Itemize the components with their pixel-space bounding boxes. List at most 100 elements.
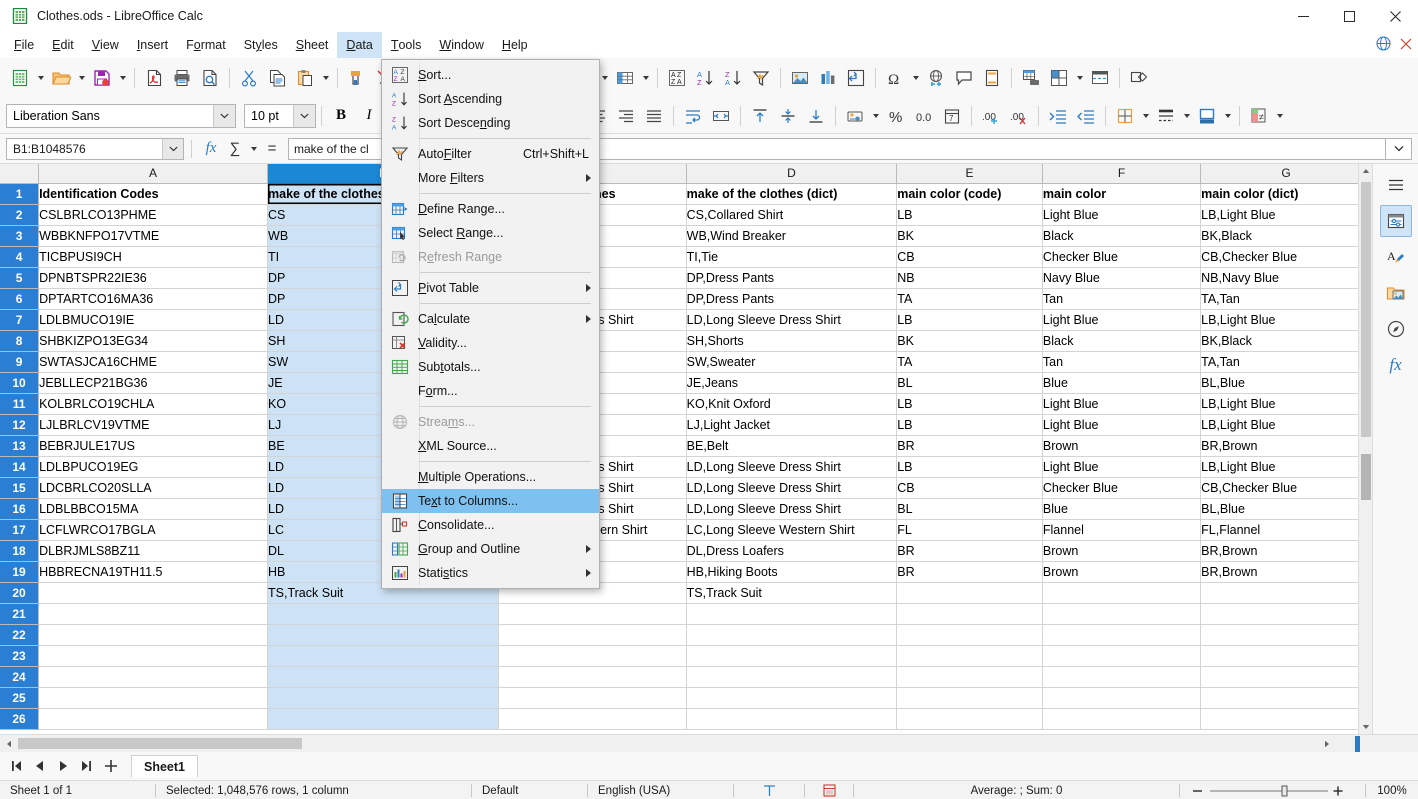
- cell-A9[interactable]: SWTASJCA16CHME: [38, 351, 269, 373]
- cell-E10[interactable]: BL: [896, 372, 1043, 394]
- define-print-area-icon[interactable]: [1017, 64, 1045, 92]
- status-selection-mode-icon[interactable]: [805, 781, 853, 799]
- format-as-number-icon[interactable]: 0.0: [910, 102, 938, 130]
- cell-A22[interactable]: [38, 624, 269, 646]
- cell-A4[interactable]: TICBPUSI9CH: [38, 246, 269, 268]
- cell-G25[interactable]: [1200, 687, 1372, 709]
- cell-G8[interactable]: BK,Black: [1200, 330, 1372, 352]
- cell-G15[interactable]: CB,Checker Blue: [1200, 477, 1372, 499]
- increase-indent-icon[interactable]: [1044, 102, 1072, 130]
- cell-D24[interactable]: [686, 666, 898, 688]
- autofilter-icon[interactable]: [747, 64, 775, 92]
- special-character-icon[interactable]: Ω: [881, 64, 909, 92]
- menu-item-more-filters[interactable]: More Filters: [382, 166, 599, 190]
- cell-E26[interactable]: [896, 708, 1043, 730]
- font-size-combobox[interactable]: 10 pt: [244, 103, 316, 128]
- cell-C23[interactable]: [498, 645, 687, 667]
- cell-A19[interactable]: HBBRECNA19TH11.5: [38, 561, 269, 583]
- menu-item-select-range[interactable]: Select Range...: [382, 221, 599, 245]
- cell-G1[interactable]: main color (dict): [1200, 183, 1372, 205]
- pivot-table-icon[interactable]: [842, 64, 870, 92]
- cell-G3[interactable]: BK,Black: [1200, 225, 1372, 247]
- copy-icon[interactable]: [263, 64, 291, 92]
- cell-E8[interactable]: BK: [896, 330, 1043, 352]
- cell-G17[interactable]: FL,Flannel: [1200, 519, 1372, 541]
- comment-icon[interactable]: [950, 64, 978, 92]
- cell-E14[interactable]: LB: [896, 456, 1043, 478]
- menu-item-define-range[interactable]: Define Range...: [382, 197, 599, 221]
- cell-A13[interactable]: BEBRJULE17US: [38, 435, 269, 457]
- cell-C21[interactable]: [498, 603, 687, 625]
- row-header-20[interactable]: 20: [0, 582, 40, 604]
- cell-A24[interactable]: [38, 666, 269, 688]
- cell-G16[interactable]: BL,Blue: [1200, 498, 1372, 520]
- cell-D4[interactable]: TI,Tie: [686, 246, 898, 268]
- cell-F20[interactable]: [1042, 582, 1202, 604]
- sort-icon[interactable]: AZZA: [663, 64, 691, 92]
- menu-item-consolidate[interactable]: Consolidate...: [382, 513, 599, 537]
- cell-A7[interactable]: LDLBMUCO19IE: [38, 309, 269, 331]
- cell-E13[interactable]: BR: [896, 435, 1043, 457]
- sort-descending-icon[interactable]: ZA: [719, 64, 747, 92]
- cell-F9[interactable]: Tan: [1042, 351, 1202, 373]
- cell-E21[interactable]: [896, 603, 1043, 625]
- cell-A21[interactable]: [38, 603, 269, 625]
- cell-A14[interactable]: LDLBPUCO19EG: [38, 456, 269, 478]
- cell-A26[interactable]: [38, 708, 269, 730]
- cell-F12[interactable]: Light Blue: [1042, 414, 1202, 436]
- cell-E20[interactable]: [896, 582, 1043, 604]
- cell-D7[interactable]: LD,Long Sleeve Dress Shirt: [686, 309, 898, 331]
- cell-F24[interactable]: [1042, 666, 1202, 688]
- menu-item-validity[interactable]: Validity...: [382, 331, 599, 355]
- cell-G23[interactable]: [1200, 645, 1372, 667]
- split-handle[interactable]: [1355, 736, 1360, 752]
- cell-G4[interactable]: CB,Checker Blue: [1200, 246, 1372, 268]
- horizontal-scrollbar[interactable]: [0, 734, 1418, 752]
- row-header-12[interactable]: 12: [0, 414, 40, 436]
- cell-C22[interactable]: [498, 624, 687, 646]
- spreadsheet-grid[interactable]: A B C D E F G 1Identification Codes make …: [0, 164, 1372, 734]
- cell-A2[interactable]: CSLBRLCO13PHME: [38, 204, 269, 226]
- status-page-style[interactable]: Default: [472, 781, 587, 799]
- menu-item-statistics[interactable]: Statistics: [382, 561, 599, 585]
- cell-E5[interactable]: NB: [896, 267, 1043, 289]
- next-sheet-button[interactable]: [52, 755, 74, 777]
- cell-D11[interactable]: KO,Knit Oxford: [686, 393, 898, 415]
- cell-B23[interactable]: [267, 645, 499, 667]
- cell-A20[interactable]: [38, 582, 269, 604]
- conditional-formatting-dropdown[interactable]: [1273, 102, 1286, 130]
- cell-D1[interactable]: make of the clothes (dict): [686, 183, 898, 205]
- cell-A10[interactable]: JEBLLECP21BG36: [38, 372, 269, 394]
- cell-A3[interactable]: WBBKNFPO17VTME: [38, 225, 269, 247]
- row-header-6[interactable]: 6: [0, 288, 40, 310]
- font-size-chevron-down-icon[interactable]: [293, 104, 315, 127]
- show-draw-functions-icon[interactable]: [1125, 64, 1153, 92]
- row-header-9[interactable]: 9: [0, 351, 40, 373]
- cell-D17[interactable]: LC,Long Sleeve Western Shirt: [686, 519, 898, 541]
- cell-A18[interactable]: DLBRJMLS8BZ11: [38, 540, 269, 562]
- open-file-dropdown[interactable]: [75, 64, 88, 92]
- cell-D15[interactable]: LD,Long Sleeve Dress Shirt: [686, 477, 898, 499]
- export-pdf-icon[interactable]: [140, 64, 168, 92]
- print-preview-icon[interactable]: [196, 64, 224, 92]
- cell-E9[interactable]: TA: [896, 351, 1043, 373]
- cell-G11[interactable]: LB,Light Blue: [1200, 393, 1372, 415]
- cell-A5[interactable]: DPNBTSPR22IE36: [38, 267, 269, 289]
- cell-E1[interactable]: main color (code): [896, 183, 1043, 205]
- row-header-1[interactable]: 1: [0, 183, 40, 205]
- menu-item-pivot-table[interactable]: Pivot Table: [382, 276, 599, 300]
- cell-D26[interactable]: [686, 708, 898, 730]
- border-style-icon[interactable]: [1152, 102, 1180, 130]
- format-as-date-icon[interactable]: 7: [938, 102, 966, 130]
- cell-F22[interactable]: [1042, 624, 1202, 646]
- cell-D12[interactable]: LJ,Light Jacket: [686, 414, 898, 436]
- border-style-dropdown[interactable]: [1180, 102, 1193, 130]
- open-file-icon[interactable]: [47, 64, 75, 92]
- cell-A11[interactable]: KOLBRLCO19CHLA: [38, 393, 269, 415]
- column-header-F[interactable]: F: [1042, 164, 1202, 184]
- print-icon[interactable]: [168, 64, 196, 92]
- cell-G12[interactable]: LB,Light Blue: [1200, 414, 1372, 436]
- cell-F15[interactable]: Checker Blue: [1042, 477, 1202, 499]
- cell-G9[interactable]: TA,Tan: [1200, 351, 1372, 373]
- column-header-D[interactable]: D: [686, 164, 898, 184]
